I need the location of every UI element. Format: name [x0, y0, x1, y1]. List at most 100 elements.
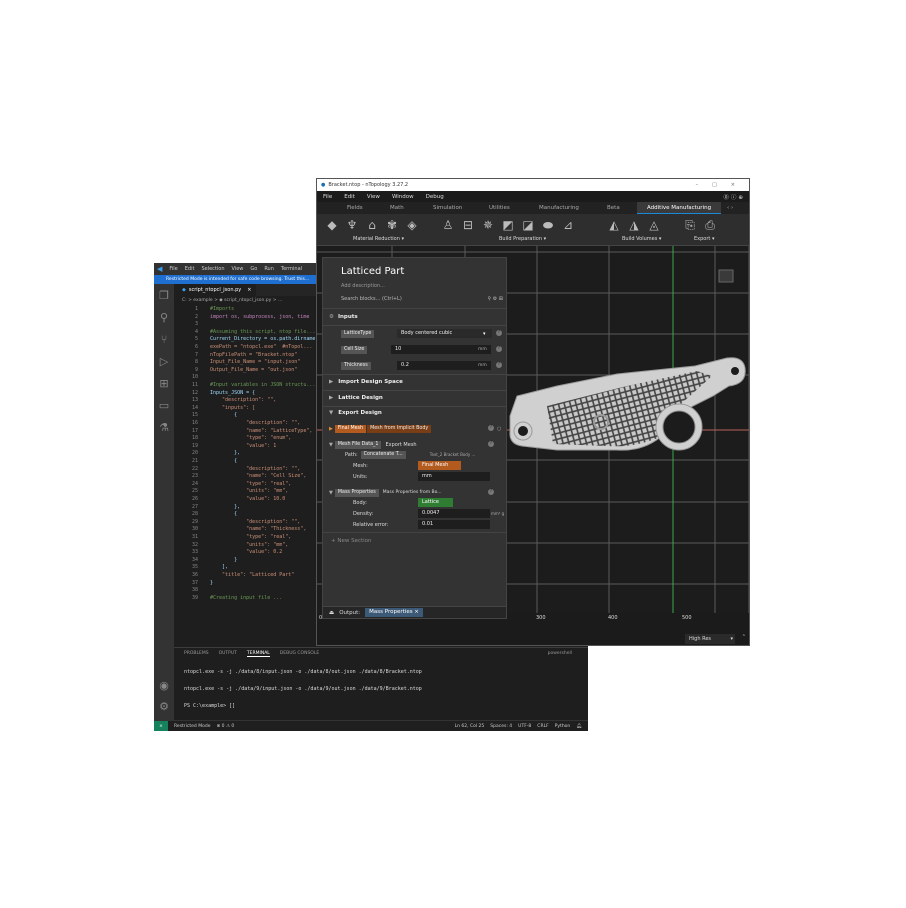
- block-icon[interactable]: ⊟: [461, 218, 475, 232]
- group-material-reduction[interactable]: Material Reduction ▾: [353, 236, 404, 242]
- tab-debug-console[interactable]: DEBUG CONSOLE: [280, 651, 319, 657]
- restricted-mode-status[interactable]: Restricted Mode: [174, 724, 210, 729]
- export-mesh-block[interactable]: Export Mesh: [385, 442, 416, 448]
- notebook-title[interactable]: Latticed Part: [341, 266, 404, 277]
- ntop-menu-view[interactable]: View: [367, 194, 380, 200]
- lattice-type-dropdown[interactable]: Body centered cubic: [397, 329, 492, 338]
- dropdown-arrow-icon[interactable]: ▾: [483, 331, 486, 337]
- help-icon[interactable]: ?: [496, 330, 502, 336]
- menu-run[interactable]: Run: [264, 266, 274, 272]
- ribbon-tab-beta[interactable]: Beta: [607, 205, 620, 211]
- bracket-part[interactable]: [509, 357, 746, 451]
- indentation[interactable]: Spaces: 4: [490, 724, 512, 729]
- help-icon[interactable]: ?: [488, 489, 494, 495]
- collapse-arrow-icon[interactable]: ▼: [329, 442, 333, 448]
- menu-go[interactable]: Go: [250, 266, 257, 272]
- help-icons[interactable]: ⓪ⓘ⊕: [723, 193, 745, 201]
- ribbon-scroll-arrows[interactable]: ‹ ›: [727, 205, 733, 211]
- cell-size-field[interactable]: 10: [391, 345, 491, 354]
- cell-size-chip[interactable]: Cell Size: [341, 345, 368, 354]
- ribbon-tab-additive-manufacturing[interactable]: Additive Manufacturing: [637, 202, 722, 214]
- collapse-arrow-icon[interactable]: ▼: [329, 490, 333, 496]
- ntop-menu-debug[interactable]: Debug: [426, 194, 444, 200]
- block-icon[interactable]: ◪: [521, 218, 535, 232]
- block-icon[interactable]: ⊿: [561, 218, 575, 232]
- notifications-icon[interactable]: 🔔︎: [576, 724, 582, 729]
- help-icon[interactable]: ?: [488, 441, 494, 447]
- thickness-chip[interactable]: Thickness: [341, 361, 371, 370]
- line-ending[interactable]: CRLF: [537, 724, 548, 729]
- menu-file[interactable]: File: [169, 266, 177, 272]
- relative-error-value[interactable]: 0.01: [418, 520, 490, 529]
- block-icon[interactable]: ◈: [405, 218, 419, 232]
- tab-output[interactable]: OUTPUT: [219, 651, 237, 657]
- ntop-menu-edit[interactable]: Edit: [344, 194, 355, 200]
- block-icon[interactable]: ◮: [627, 218, 641, 232]
- breadcrumb[interactable]: C: > example > ◆ script_ntopcl_json.py >…: [182, 298, 282, 303]
- menu-terminal[interactable]: Terminal: [281, 266, 302, 272]
- inputs-section-header[interactable]: ⚙ Inputs: [329, 314, 358, 320]
- mass-properties-chip[interactable]: Mass Properties: [334, 488, 379, 497]
- block-icon[interactable]: ⌂: [365, 218, 379, 232]
- block-icon[interactable]: ⎙: [703, 218, 717, 232]
- run-debug-icon[interactable]: ▷: [158, 356, 170, 368]
- block-icon[interactable]: ✵: [481, 218, 495, 232]
- ribbon-tab-simulation[interactable]: Simulation: [433, 205, 462, 211]
- search-blocks[interactable]: Search blocks... (Ctrl+L) ⚲ ⚙ ⊞: [341, 296, 503, 302]
- menu-view[interactable]: View: [232, 266, 244, 272]
- ntop-menu-window[interactable]: Window: [392, 194, 414, 200]
- terminal-prompt[interactable]: PS C:\example> []: [184, 703, 235, 709]
- final-mesh-chip[interactable]: Final Mesh: [334, 424, 367, 433]
- block-icon[interactable]: ⎘: [683, 218, 697, 232]
- group-build-volumes[interactable]: Build Volumes ▾: [622, 236, 661, 242]
- extensions-icon[interactable]: ⊞: [158, 378, 170, 390]
- ribbon-tab-manufacturing[interactable]: Manufacturing: [539, 205, 579, 211]
- tab-terminal[interactable]: TERMINAL: [246, 651, 270, 657]
- group-export[interactable]: Export ▾: [694, 236, 714, 242]
- help-icon[interactable]: ?: [488, 425, 494, 431]
- output-tab-mass-properties[interactable]: Mass Properties ×: [365, 608, 423, 617]
- problems-status[interactable]: ⊗ 0 ⚠ 0: [216, 724, 234, 729]
- close-tab-icon[interactable]: ×: [247, 287, 251, 293]
- block-icon[interactable]: ◭: [607, 218, 621, 232]
- account-icon[interactable]: ◉: [158, 680, 170, 692]
- explorer-icon[interactable]: ❐: [158, 290, 170, 302]
- lattice-type-chip[interactable]: LatticeType: [341, 329, 375, 338]
- thickness-field[interactable]: 0.2: [397, 361, 491, 370]
- view-cube[interactable]: [718, 269, 734, 283]
- tab-problems[interactable]: PROBLEMS: [184, 651, 209, 657]
- encoding[interactable]: UTF-8: [518, 724, 531, 729]
- block-icon[interactable]: ⬬: [541, 218, 555, 232]
- block-icon[interactable]: ♆: [345, 218, 359, 232]
- block-icon[interactable]: ♙: [441, 218, 455, 232]
- lattice-design-section[interactable]: ▶ Lattice Design: [329, 395, 383, 401]
- ribbon-tab-utilities[interactable]: Utilities: [489, 205, 510, 211]
- menu-edit[interactable]: Edit: [185, 266, 195, 272]
- block-icon[interactable]: ✾: [385, 218, 399, 232]
- ntop-menu-file[interactable]: File: [323, 194, 332, 200]
- ribbon-tab-fields[interactable]: Fields: [347, 205, 363, 211]
- menu-selection[interactable]: Selection: [201, 266, 224, 272]
- block-icon[interactable]: ◩: [501, 218, 515, 232]
- export-design-section[interactable]: ▼ Export Design: [329, 410, 382, 416]
- language-mode[interactable]: Python: [555, 724, 571, 729]
- visibility-icon[interactable]: ○: [497, 426, 501, 432]
- import-design-space-section[interactable]: ▶ Import Design Space: [329, 379, 403, 385]
- help-icon[interactable]: ?: [496, 346, 502, 352]
- mass-properties-block[interactable]: Mass Properties from Bo...: [383, 490, 442, 495]
- search-icon[interactable]: ⚲ ⚙ ⊞: [487, 296, 503, 302]
- testing-icon[interactable]: ⚗: [158, 422, 170, 434]
- source-control-icon[interactable]: ⑂: [158, 334, 170, 346]
- ribbon-tab-math[interactable]: Math: [390, 205, 404, 211]
- body-value[interactable]: Lattice: [418, 498, 453, 507]
- path-value[interactable]: Concatenate T...: [360, 450, 406, 459]
- terminal-selector[interactable]: powershell: [548, 651, 572, 657]
- collapse-icon[interactable]: ⌃: [742, 634, 746, 640]
- remote-explorer-icon[interactable]: ▭: [158, 400, 170, 412]
- notebook-description[interactable]: Add description...: [341, 283, 385, 289]
- remote-icon[interactable]: ⨯: [154, 720, 168, 731]
- mesh-value[interactable]: Final Mesh: [418, 461, 461, 470]
- window-controls[interactable]: –□×: [696, 182, 749, 188]
- editor-tab[interactable]: ◆ script_ntopcl_json.py ×: [174, 284, 256, 296]
- final-mesh-block[interactable]: Mesh from Implicit Body: [367, 424, 432, 433]
